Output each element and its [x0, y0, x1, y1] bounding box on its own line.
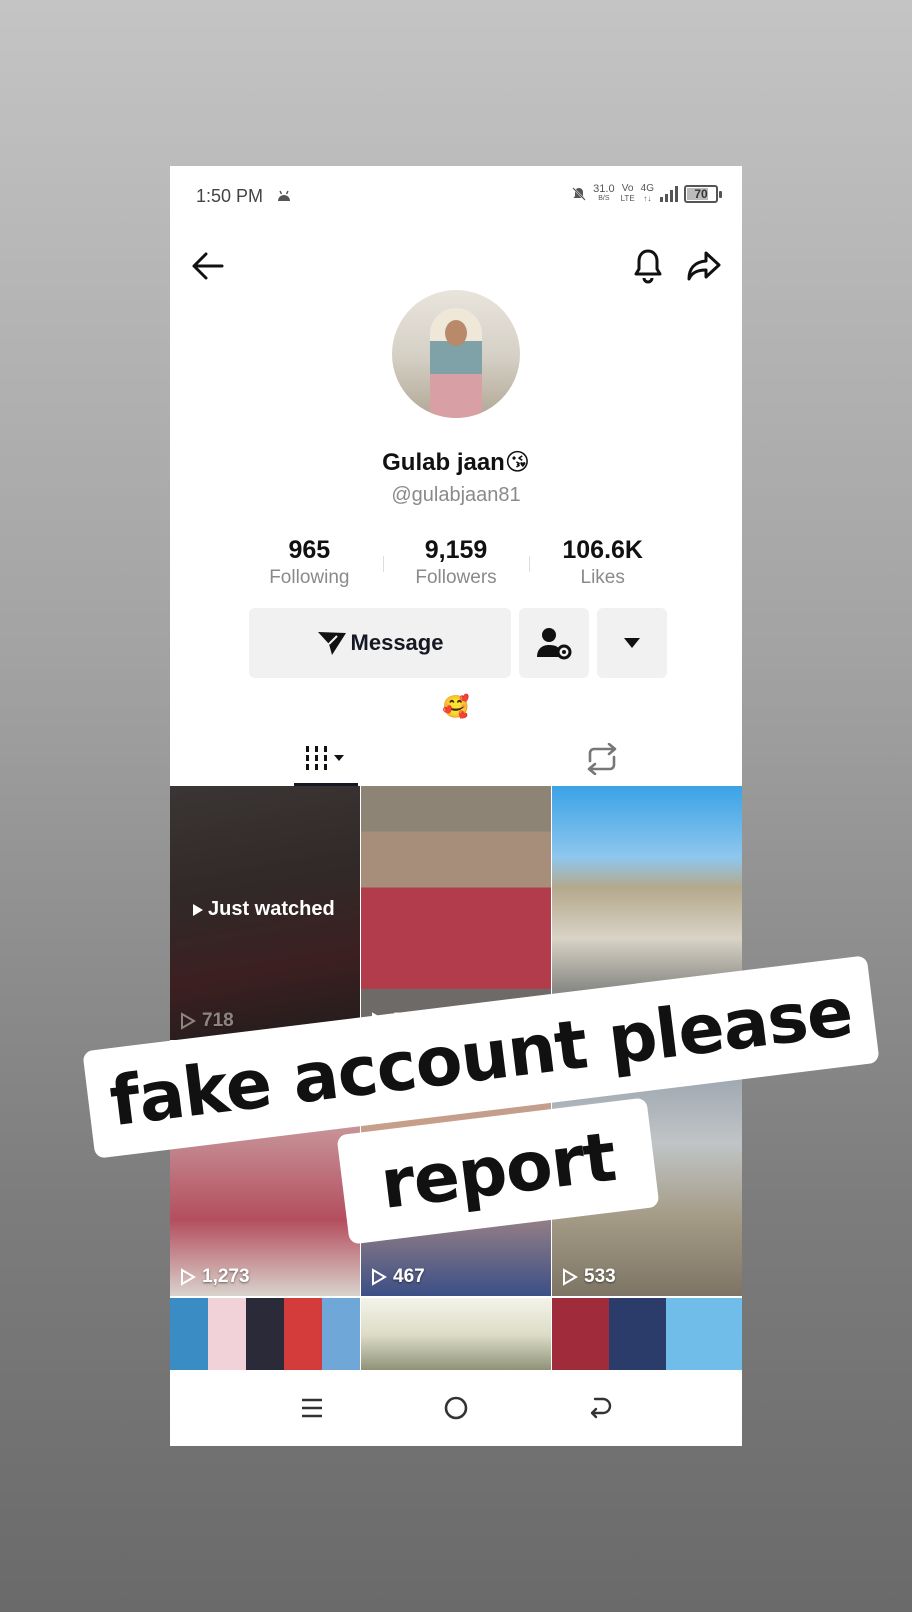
followers-label: Followers: [415, 567, 497, 588]
view-count: 467: [371, 1266, 425, 1288]
system-back-button[interactable]: [580, 1390, 620, 1426]
network-type: 4G ↑↓: [640, 183, 654, 204]
android-icon: [278, 190, 290, 201]
profile-name: Gulab jaan😘: [382, 449, 530, 476]
following-count: 965: [288, 536, 331, 564]
video-thumbnail[interactable]: [552, 1298, 742, 1372]
send-icon: [317, 632, 346, 655]
videos-grid-icon: [306, 746, 344, 770]
stat-following[interactable]: 965 Following: [236, 536, 383, 592]
home-button[interactable]: [436, 1390, 476, 1426]
profile-stats: 965 Following 9,159 Followers 106.6K Lik…: [236, 536, 676, 592]
friend-settings-button[interactable]: [519, 608, 589, 678]
video-thumbnail[interactable]: [361, 1298, 551, 1372]
tab-videos[interactable]: [294, 732, 358, 786]
back-nav-icon: [590, 1397, 612, 1419]
bell-icon: [634, 249, 662, 284]
view-count: 533: [562, 1266, 616, 1288]
profile-avatar[interactable]: [392, 290, 520, 418]
play-icon: [193, 903, 203, 916]
message-button[interactable]: Message: [249, 608, 511, 678]
view-count: 1,273: [180, 1266, 250, 1288]
recent-apps-button[interactable]: [292, 1390, 332, 1426]
caret-down-icon: [624, 638, 640, 648]
status-time: 1:50 PM: [196, 186, 264, 206]
repost-icon: [587, 743, 617, 775]
volte-indicator: Vo LTE: [620, 183, 635, 204]
following-label: Following: [269, 567, 350, 588]
battery-icon: 70: [684, 185, 722, 203]
add-friend-icon: [537, 628, 572, 660]
message-label: Message: [350, 630, 444, 655]
mute-bell-icon: [572, 187, 586, 201]
notifications-button[interactable]: [626, 244, 670, 288]
profile-handle: @gulabjaan81: [391, 484, 521, 506]
profile-tabs: [170, 732, 742, 786]
net-speed: 31.0 B/S: [593, 183, 615, 203]
profile-actions: Message: [249, 608, 667, 678]
stat-followers[interactable]: 9,159 Followers: [382, 536, 530, 592]
share-icon: [687, 251, 721, 281]
play-icon: [372, 1268, 387, 1286]
likes-count: 106.6K: [562, 536, 643, 564]
just-watched-badge: Just watched: [192, 898, 335, 921]
play-icon: [181, 1012, 196, 1030]
avatar-face: [445, 320, 467, 346]
back-button[interactable]: [186, 244, 230, 288]
profile-bio: 🥰: [442, 694, 470, 719]
view-count: 718: [180, 1010, 234, 1032]
share-button[interactable]: [682, 244, 726, 288]
status-icons: 31.0 B/S Vo LTE 4G ↑↓ 70: [571, 183, 722, 204]
video-thumbnail[interactable]: Just watched 718: [170, 786, 360, 1040]
followers-count: 9,159: [424, 536, 488, 564]
system-nav-bar: [170, 1370, 742, 1446]
play-icon: [563, 1268, 578, 1286]
signal-icon: [660, 186, 678, 202]
menu-icon: [302, 1398, 322, 1418]
video-thumbnail[interactable]: [170, 1298, 360, 1372]
status-bar: 1:50 PM 31.0 B/S Vo LTE 4G ↑↓ 70: [170, 166, 742, 230]
home-icon: [444, 1396, 468, 1420]
tab-reposts[interactable]: [570, 732, 634, 786]
likes-label: Likes: [580, 567, 625, 588]
phone-screen: 1:50 PM 31.0 B/S Vo LTE 4G ↑↓ 70 Gulab j…: [170, 166, 742, 1446]
back-arrow-icon: [192, 252, 224, 280]
more-options-button[interactable]: [597, 608, 667, 678]
play-icon: [181, 1268, 196, 1286]
stat-likes[interactable]: 106.6K Likes: [529, 536, 676, 592]
